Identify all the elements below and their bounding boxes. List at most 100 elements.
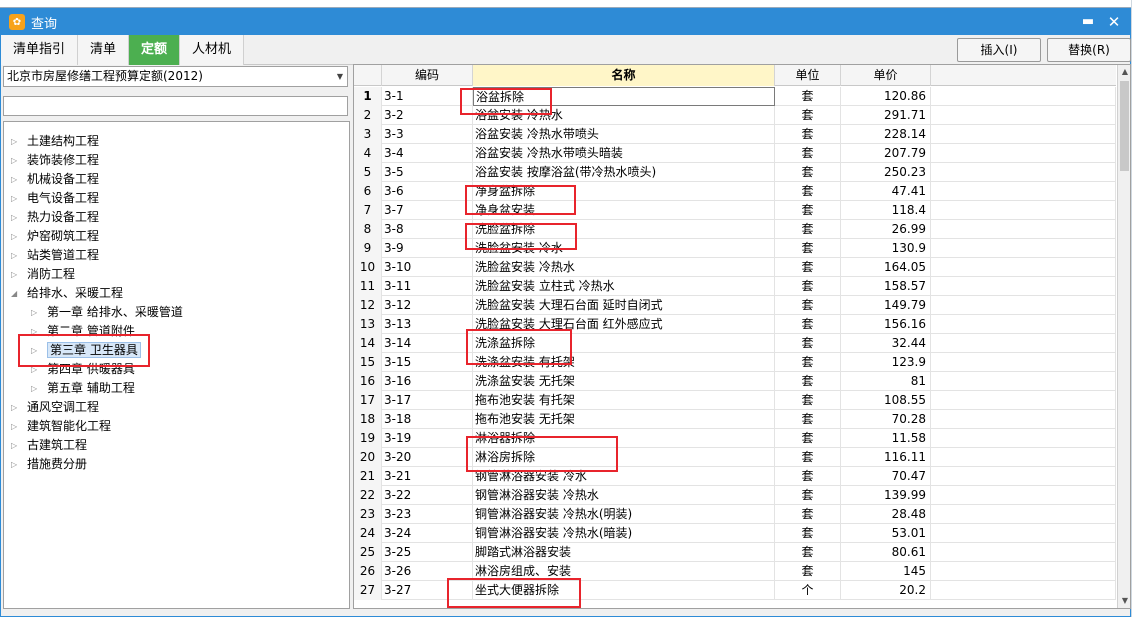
search-input[interactable]: [3, 96, 348, 116]
cell-code: 3-27: [382, 581, 473, 600]
table-row[interactable]: 23 3-23 铜管淋浴器安装 冷热水(明装) 套 28.48: [354, 505, 1116, 524]
table-row[interactable]: 17 3-17 拖布池安装 有托架套 108.55: [354, 391, 1116, 410]
tree-item[interactable]: ▷ 站类管道工程: [11, 246, 99, 265]
replace-button[interactable]: 替换(R): [1047, 38, 1131, 62]
chapter-tree: ▷ 土建结构工程 ▷ 装饰装修工程 ▷ 机械设备工程 ▷ 电气设备工程 ▷ 热力设备工程 ▷ 炉窑砌筑…: [3, 121, 350, 609]
tab-bill[interactable]: 清单: [78, 35, 130, 65]
header-name[interactable]: 名称: [473, 65, 775, 86]
tree-item[interactable]: ▷ 电气设备工程: [11, 189, 99, 208]
collapsed-triangle-icon[interactable]: ▷: [11, 246, 21, 265]
cell-code: 3-1: [382, 87, 473, 106]
collapsed-triangle-icon[interactable]: ▷: [11, 170, 21, 189]
table-row[interactable]: 2 3-2 浴盆安装 冷热水套 291.71: [354, 106, 1116, 125]
table-row[interactable]: 16 3-16 洗涤盆安装 无托架套 81: [354, 372, 1116, 391]
collapsed-triangle-icon[interactable]: ▷: [11, 436, 21, 455]
table-row[interactable]: 6 3-6 净身盆拆除套 47.41: [354, 182, 1116, 201]
table-row[interactable]: 10 3-10 洗脸盆安装 冷热水套 164.05: [354, 258, 1116, 277]
collapsed-triangle-icon[interactable]: ▷: [11, 208, 21, 227]
collapsed-triangle-icon[interactable]: ▷: [11, 455, 21, 474]
table-row[interactable]: 5 3-5 浴盆安装 按摩浴盆(带冷热水喷头) 套 250.23: [354, 163, 1116, 182]
row-index: 27: [354, 581, 382, 600]
tree-item[interactable]: ▷ 通风空调工程: [11, 398, 99, 417]
table-row[interactable]: 14 3-14 洗涤盆拆除套 32.44: [354, 334, 1116, 353]
cell-unit: 套: [775, 505, 841, 524]
tree-item-label: 建筑智能化工程: [27, 419, 112, 433]
cell-name: 洗脸盆安装 大理石台面 延时自闭式: [473, 296, 775, 315]
tree-item[interactable]: ▷ 第四章 供暖器具: [31, 360, 135, 379]
scrollbar-thumb[interactable]: [1120, 81, 1129, 171]
tree-item[interactable]: ▷ 炉窑砌筑工程: [11, 227, 99, 246]
header-code[interactable]: 编码: [382, 65, 473, 86]
table-row[interactable]: 26 3-26 淋浴房组成、安装套 145: [354, 562, 1116, 581]
table-row[interactable]: 19 3-19 淋浴器拆除套 11.58: [354, 429, 1116, 448]
tree-item[interactable]: ▷ 消防工程: [11, 265, 75, 284]
insert-button[interactable]: 插入(I): [957, 38, 1041, 62]
chevron-down-icon[interactable]: ▼: [337, 67, 343, 86]
table-row[interactable]: 7 3-7 净身盆安装套 118.4: [354, 201, 1116, 220]
table-row[interactable]: 12 3-12 洗脸盆安装 大理石台面 延时自闭式套 149.79: [354, 296, 1116, 315]
tree-item[interactable]: ▷ 第三章 卫生器具: [31, 341, 141, 360]
cell-name: 洗涤盆拆除: [473, 334, 775, 353]
table-row[interactable]: 21 3-21 钢管淋浴器安装 冷水套 70.47: [354, 467, 1116, 486]
scroll-down-icon[interactable]: ▼: [1118, 594, 1130, 608]
cell-unit: 套: [775, 144, 841, 163]
table-row[interactable]: 27 3-27 坐式大便器拆除个 20.2: [354, 581, 1116, 600]
tree-item[interactable]: ▷ 建筑智能化工程: [11, 417, 111, 436]
table-row[interactable]: 3 3-3 浴盆安装 冷热水带喷头套 228.14: [354, 125, 1116, 144]
collapsed-triangle-icon[interactable]: ▷: [11, 189, 21, 208]
tab-bill-guide[interactable]: 清单指引: [1, 35, 79, 65]
collapsed-triangle-icon[interactable]: ▷: [11, 227, 21, 246]
cell-name: 洗涤盆安装 无托架: [473, 372, 775, 391]
row-index: 24: [354, 524, 382, 543]
table-row[interactable]: 20 3-20 淋浴房拆除套 116.11: [354, 448, 1116, 467]
table-row[interactable]: 24 3-24 铜管淋浴器安装 冷热水(暗装) 套 53.01: [354, 524, 1116, 543]
collapsed-triangle-icon[interactable]: ▷: [31, 341, 41, 360]
table-row[interactable]: 11 3-11 洗脸盆安装 立柱式 冷热水套 158.57: [354, 277, 1116, 296]
collapsed-triangle-icon[interactable]: ▷: [11, 417, 21, 436]
tab-quota[interactable]: 定额: [129, 35, 181, 65]
table-row[interactable]: 4 3-4 浴盆安装 冷热水带喷头暗装套 207.79: [354, 144, 1116, 163]
tree-item[interactable]: ▷ 机械设备工程: [11, 170, 99, 189]
table-row[interactable]: 13 3-13 洗脸盆安装 大理石台面 红外感应式套 156.16: [354, 315, 1116, 334]
collapsed-triangle-icon[interactable]: ▷: [11, 132, 21, 151]
tree-item[interactable]: ▷ 古建筑工程: [11, 436, 87, 455]
tree-item[interactable]: ▷ 土建结构工程: [11, 132, 99, 151]
table-row[interactable]: 1 3-1 浴盆拆除套 120.86: [354, 87, 1116, 106]
cell-unit: 套: [775, 220, 841, 239]
expanded-triangle-icon[interactable]: ◢: [11, 284, 21, 303]
collapsed-triangle-icon[interactable]: ▷: [11, 151, 21, 170]
header-unit[interactable]: 单位: [775, 65, 841, 86]
collapsed-triangle-icon[interactable]: ▷: [31, 360, 41, 379]
row-index: 14: [354, 334, 382, 353]
collapsed-triangle-icon[interactable]: ▷: [11, 398, 21, 417]
minimize-button[interactable]: ▬: [1079, 13, 1097, 31]
tree-item[interactable]: ▷ 第五章 辅助工程: [31, 379, 135, 398]
tab-materials[interactable]: 人材机: [180, 35, 245, 65]
tree-item[interactable]: ◢ 给排水、采暖工程: [11, 284, 123, 303]
vertical-scrollbar[interactable]: ▲ ▼: [1117, 65, 1130, 608]
tree-item[interactable]: ▷ 第一章 给排水、采暖管道: [31, 303, 183, 322]
row-index: 23: [354, 505, 382, 524]
cell-name: 浴盆安装 冷热水带喷头: [473, 125, 775, 144]
table-row[interactable]: 25 3-25 脚踏式淋浴器安装套 80.61: [354, 543, 1116, 562]
table-row[interactable]: 22 3-22 钢管淋浴器安装 冷热水套 139.99: [354, 486, 1116, 505]
cell-code: 3-2: [382, 106, 473, 125]
collapsed-triangle-icon[interactable]: ▷: [31, 303, 41, 322]
close-button[interactable]: ✕: [1105, 13, 1123, 31]
quota-library-select[interactable]: 北京市房屋修缮工程预算定额(2012) ▼: [3, 66, 348, 87]
cell-price: 70.47: [841, 467, 931, 486]
collapsed-triangle-icon[interactable]: ▷: [11, 265, 21, 284]
table-row[interactable]: 18 3-18 拖布池安装 无托架套 70.28: [354, 410, 1116, 429]
row-index: 1: [354, 87, 382, 106]
tree-item[interactable]: ▷ 装饰装修工程: [11, 151, 99, 170]
tree-item[interactable]: ▷ 措施费分册: [11, 455, 87, 474]
header-price[interactable]: 单价: [841, 65, 931, 86]
tree-item[interactable]: ▷ 第二章 管道附件: [31, 322, 135, 341]
tree-item[interactable]: ▷ 热力设备工程: [11, 208, 99, 227]
collapsed-triangle-icon[interactable]: ▷: [31, 379, 41, 398]
table-row[interactable]: 15 3-15 洗涤盆安装 有托架套 123.9: [354, 353, 1116, 372]
table-row[interactable]: 8 3-8 洗脸盆拆除套 26.99: [354, 220, 1116, 239]
table-row[interactable]: 9 3-9 洗脸盆安装 冷水套 130.9: [354, 239, 1116, 258]
collapsed-triangle-icon[interactable]: ▷: [31, 322, 41, 341]
scroll-up-icon[interactable]: ▲: [1118, 65, 1130, 79]
